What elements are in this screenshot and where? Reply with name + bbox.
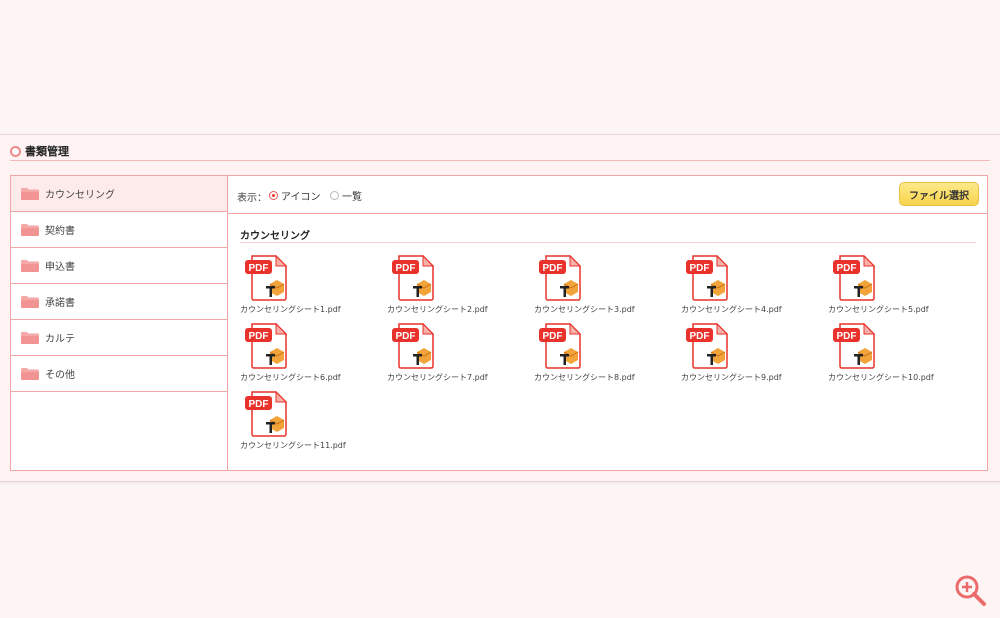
sidebar-item-label: 申込書 (45, 262, 75, 273)
file-content-area: カウンセリング PDF カウンセリングシート1.pdf PDF カウンセリングシート2… (227, 214, 987, 470)
file-select-button[interactable]: ファイル選択 (899, 182, 979, 206)
folder-title: カウンセリング (240, 231, 310, 242)
pdf-icon: PDF (833, 254, 876, 301)
file-name: カウンセリングシート4.pdf (681, 305, 782, 314)
folder-title-divider (240, 242, 976, 243)
file-name: カウンセリングシート11.pdf (240, 441, 346, 450)
sidebar-item-label: カルテ (45, 334, 75, 345)
view-icon-radio[interactable]: アイコン (269, 188, 321, 203)
pdf-badge-text: PDF (543, 263, 563, 274)
document-management-panel: 書類管理 カウンセリング 契約書 申込書 承諾書 カルテ その他 表示： アイコ… (0, 134, 1000, 482)
sidebar-item-other[interactable]: その他 (11, 356, 227, 392)
pdf-icon: PDF (833, 322, 876, 369)
pdf-badge-text: PDF (690, 263, 710, 274)
sidebar-item-counseling[interactable]: カウンセリング (11, 176, 227, 212)
file-grid: PDF カウンセリングシート1.pdf PDF カウンセリングシート2.pdf PDF カ… (240, 254, 980, 458)
circle-icon (10, 145, 21, 157)
view-icon-label: アイコン (281, 192, 321, 203)
file-item[interactable]: PDF カウンセリングシート7.pdf (387, 322, 534, 390)
radio-unchecked-icon[interactable] (330, 191, 339, 200)
file-item[interactable]: PDF カウンセリングシート9.pdf (681, 322, 828, 390)
sidebar-item-chart[interactable]: カルテ (11, 320, 227, 356)
sidebar-item-consent[interactable]: 承諾書 (11, 284, 227, 320)
pdf-icon: PDF (686, 254, 729, 301)
pdf-badge-text: PDF (690, 331, 710, 342)
sidebar-item-label: 契約書 (45, 226, 75, 237)
file-item[interactable]: PDF カウンセリングシート10.pdf (828, 322, 975, 390)
folder-icon (21, 259, 39, 272)
file-name: カウンセリングシート1.pdf (240, 305, 341, 314)
folder-icon (21, 295, 39, 308)
folder-sidebar: カウンセリング 契約書 申込書 承諾書 カルテ その他 (11, 176, 228, 470)
pdf-icon: PDF (539, 322, 582, 369)
pdf-icon: PDF (245, 390, 288, 437)
radio-checked-icon[interactable] (269, 191, 278, 200)
view-toolbar: 表示： アイコン 一覧 ファイル選択 (227, 176, 987, 214)
view-list-label: 一覧 (342, 192, 362, 203)
sidebar-item-label: 承諾書 (45, 298, 75, 309)
pdf-badge-text: PDF (837, 263, 857, 274)
file-name: カウンセリングシート2.pdf (387, 305, 488, 314)
file-item[interactable]: PDF カウンセリングシート8.pdf (534, 322, 681, 390)
folder-icon (21, 187, 39, 200)
zoom-in-icon[interactable] (952, 572, 988, 608)
pdf-badge-text: PDF (249, 399, 269, 410)
sidebar-item-application[interactable]: 申込書 (11, 248, 227, 284)
pdf-icon: PDF (392, 322, 435, 369)
pdf-icon: PDF (392, 254, 435, 301)
folder-icon (21, 223, 39, 236)
file-item[interactable]: PDF カウンセリングシート2.pdf (387, 254, 534, 322)
header-divider (10, 160, 990, 161)
file-item[interactable]: PDF カウンセリングシート1.pdf (240, 254, 387, 322)
section-title: 書類管理 (25, 145, 69, 158)
pdf-icon: PDF (245, 254, 288, 301)
pdf-icon: PDF (245, 322, 288, 369)
folder-icon (21, 331, 39, 344)
file-item[interactable]: PDF カウンセリングシート5.pdf (828, 254, 975, 322)
file-name: カウンセリングシート9.pdf (681, 373, 782, 382)
folder-icon (21, 367, 39, 380)
file-name: カウンセリングシート8.pdf (534, 373, 635, 382)
sidebar-item-contract[interactable]: 契約書 (11, 212, 227, 248)
pdf-badge-text: PDF (543, 331, 563, 342)
sidebar-item-label: カウンセリング (45, 190, 115, 201)
view-mode-label: 表示： (237, 193, 267, 204)
file-name: カウンセリングシート7.pdf (387, 373, 488, 382)
pdf-icon: PDF (686, 322, 729, 369)
pdf-badge-text: PDF (249, 263, 269, 274)
file-item[interactable]: PDF カウンセリングシート4.pdf (681, 254, 828, 322)
pdf-badge-text: PDF (249, 331, 269, 342)
file-name: カウンセリングシート3.pdf (534, 305, 635, 314)
file-name: カウンセリングシート10.pdf (828, 373, 934, 382)
file-item[interactable]: PDF カウンセリングシート11.pdf (240, 390, 387, 458)
section-header: 書類管理 (10, 143, 988, 159)
file-name: カウンセリングシート6.pdf (240, 373, 341, 382)
file-item[interactable]: PDF カウンセリングシート6.pdf (240, 322, 387, 390)
file-name: カウンセリングシート5.pdf (828, 305, 929, 314)
view-list-radio[interactable]: 一覧 (330, 188, 362, 203)
sidebar-item-label: その他 (45, 370, 75, 381)
document-box: カウンセリング 契約書 申込書 承諾書 カルテ その他 表示： アイコン 一覧 … (10, 175, 988, 471)
pdf-icon: PDF (539, 254, 582, 301)
pdf-badge-text: PDF (396, 331, 416, 342)
pdf-badge-text: PDF (837, 331, 857, 342)
file-item[interactable]: PDF カウンセリングシート3.pdf (534, 254, 681, 322)
pdf-badge-text: PDF (396, 263, 416, 274)
